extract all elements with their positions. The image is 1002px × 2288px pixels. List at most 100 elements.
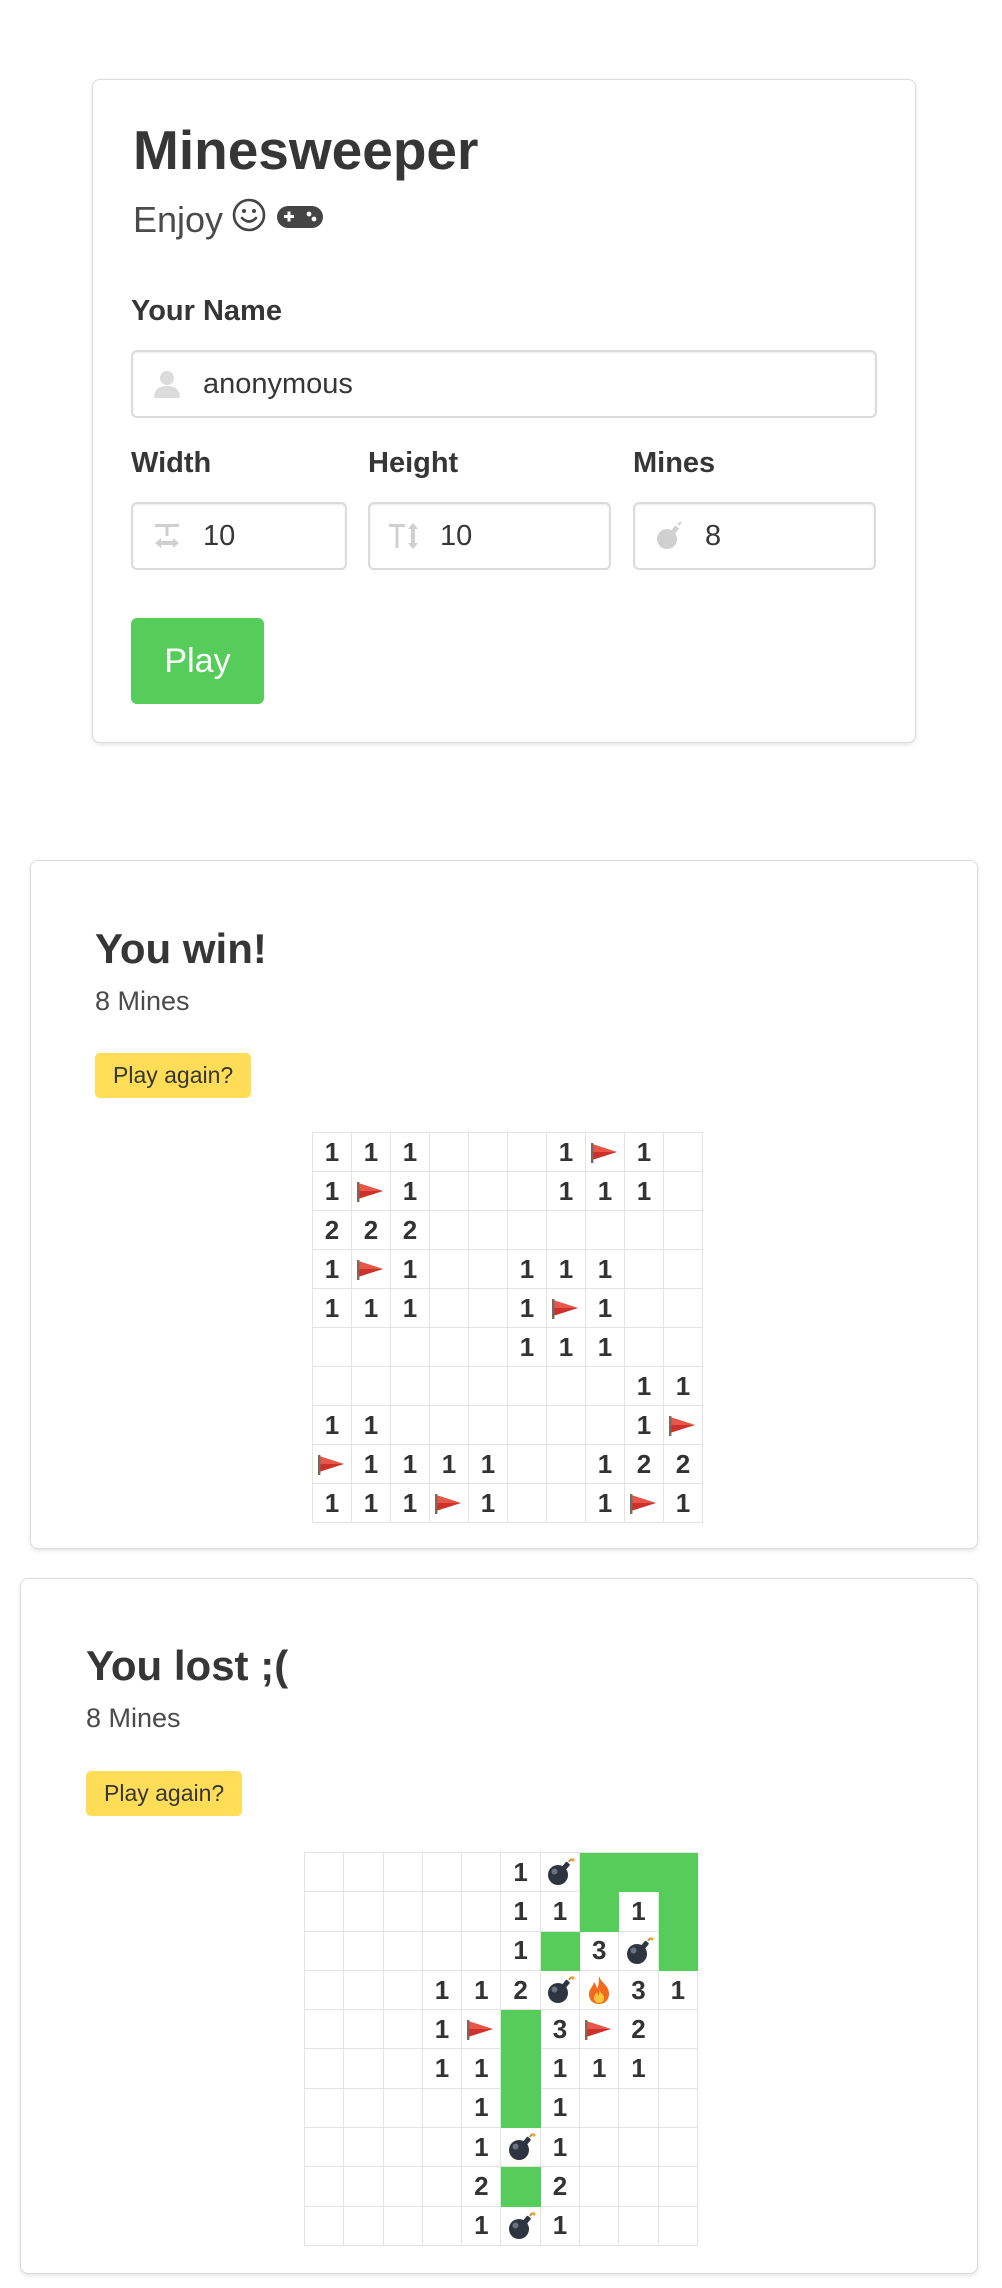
empty-cell[interactable] (658, 2167, 698, 2207)
bomb-icon[interactable] (501, 2206, 541, 2246)
empty-cell[interactable] (508, 1133, 547, 1172)
number-cell[interactable]: 1 (422, 1970, 463, 2011)
empty-cell[interactable] (344, 2010, 384, 2050)
number-cell[interactable]: 1 (462, 2088, 502, 2129)
empty-cell[interactable] (586, 1211, 625, 1250)
number-cell[interactable]: 1 (586, 1172, 625, 1211)
number-cell[interactable]: 1 (313, 1133, 352, 1172)
number-cell[interactable]: 1 (462, 2128, 502, 2168)
empty-cell[interactable] (383, 2128, 423, 2168)
number-cell[interactable]: 1 (313, 1250, 352, 1289)
number-cell[interactable]: 1 (313, 1484, 352, 1523)
empty-cell[interactable] (469, 1328, 508, 1367)
flag-icon[interactable] (352, 1172, 391, 1211)
number-cell[interactable]: 1 (422, 2010, 463, 2050)
empty-cell[interactable] (344, 2088, 384, 2129)
empty-cell[interactable] (430, 1250, 469, 1289)
fire-icon[interactable] (580, 1970, 620, 2011)
bomb-icon[interactable] (540, 1970, 581, 2011)
empty-cell[interactable] (547, 1445, 586, 1484)
empty-cell[interactable] (469, 1172, 508, 1211)
number-cell[interactable]: 1 (547, 1250, 586, 1289)
empty-cell[interactable] (383, 1970, 423, 2011)
number-cell[interactable]: 1 (625, 1406, 664, 1445)
empty-cell[interactable] (658, 2010, 698, 2050)
flag-icon[interactable] (352, 1250, 391, 1289)
number-cell[interactable]: 1 (508, 1289, 547, 1328)
empty-cell[interactable] (430, 1328, 469, 1367)
flag-icon[interactable] (586, 1133, 625, 1172)
empty-cell[interactable] (469, 1367, 508, 1406)
empty-cell[interactable] (344, 2128, 384, 2168)
empty-cell[interactable] (344, 2206, 384, 2246)
number-cell[interactable]: 1 (625, 1172, 664, 1211)
number-cell[interactable]: 2 (664, 1445, 703, 1484)
number-cell[interactable]: 1 (540, 2049, 581, 2089)
flag-icon[interactable] (664, 1406, 703, 1445)
empty-cell[interactable] (383, 2088, 423, 2129)
empty-cell[interactable] (547, 1484, 586, 1523)
number-cell[interactable]: 2 (313, 1211, 352, 1250)
number-cell[interactable]: 1 (501, 1931, 541, 1971)
revealed-safe-cell[interactable] (619, 1853, 659, 1893)
revealed-safe-cell[interactable] (658, 1892, 698, 1932)
number-cell[interactable]: 1 (391, 1484, 430, 1523)
empty-cell[interactable] (586, 1406, 625, 1445)
empty-cell[interactable] (469, 1133, 508, 1172)
empty-cell[interactable] (305, 2010, 345, 2050)
empty-cell[interactable] (508, 1445, 547, 1484)
empty-cell[interactable] (383, 2206, 423, 2246)
number-cell[interactable]: 1 (664, 1484, 703, 1523)
empty-cell[interactable] (313, 1367, 352, 1406)
bomb-icon[interactable] (540, 1853, 581, 1893)
empty-cell[interactable] (305, 1931, 345, 1971)
number-cell[interactable]: 2 (462, 2167, 502, 2207)
play-again-button[interactable]: Play again? (86, 1771, 243, 1816)
empty-cell[interactable] (664, 1289, 703, 1328)
empty-cell[interactable] (344, 1892, 384, 1932)
empty-cell[interactable] (305, 2206, 345, 2246)
number-cell[interactable]: 1 (469, 1445, 508, 1484)
empty-cell[interactable] (547, 1406, 586, 1445)
name-input[interactable] (203, 367, 875, 401)
number-cell[interactable]: 1 (313, 1406, 352, 1445)
empty-cell[interactable] (469, 1289, 508, 1328)
name-field[interactable] (131, 350, 877, 418)
empty-cell[interactable] (422, 2167, 463, 2207)
empty-cell[interactable] (430, 1406, 469, 1445)
empty-cell[interactable] (664, 1172, 703, 1211)
number-cell[interactable]: 2 (501, 1970, 541, 2011)
play-again-button[interactable]: Play again? (95, 1053, 252, 1098)
flag-icon[interactable] (430, 1484, 469, 1523)
empty-cell[interactable] (344, 2167, 384, 2207)
number-cell[interactable]: 1 (391, 1133, 430, 1172)
empty-cell[interactable] (580, 2206, 620, 2246)
empty-cell[interactable] (469, 1211, 508, 1250)
flag-icon[interactable] (547, 1289, 586, 1328)
empty-cell[interactable] (658, 2206, 698, 2246)
number-cell[interactable]: 1 (586, 1445, 625, 1484)
empty-cell[interactable] (508, 1211, 547, 1250)
revealed-safe-cell[interactable] (501, 2010, 541, 2050)
empty-cell[interactable] (430, 1172, 469, 1211)
empty-cell[interactable] (305, 2049, 345, 2089)
empty-cell[interactable] (344, 2049, 384, 2089)
number-cell[interactable]: 1 (391, 1172, 430, 1211)
number-cell[interactable]: 3 (540, 2010, 581, 2050)
empty-cell[interactable] (625, 1211, 664, 1250)
empty-cell[interactable] (305, 1892, 345, 1932)
empty-cell[interactable] (344, 1931, 384, 1971)
revealed-safe-cell[interactable] (540, 1931, 581, 1971)
empty-cell[interactable] (391, 1367, 430, 1406)
revealed-safe-cell[interactable] (501, 2088, 541, 2129)
empty-cell[interactable] (547, 1211, 586, 1250)
empty-cell[interactable] (625, 1250, 664, 1289)
empty-cell[interactable] (383, 1853, 423, 1893)
number-cell[interactable]: 1 (625, 1133, 664, 1172)
empty-cell[interactable] (430, 1367, 469, 1406)
number-cell[interactable]: 1 (664, 1367, 703, 1406)
empty-cell[interactable] (422, 2128, 463, 2168)
revealed-safe-cell[interactable] (580, 1892, 620, 1932)
empty-cell[interactable] (430, 1133, 469, 1172)
flag-icon[interactable] (580, 2010, 620, 2050)
